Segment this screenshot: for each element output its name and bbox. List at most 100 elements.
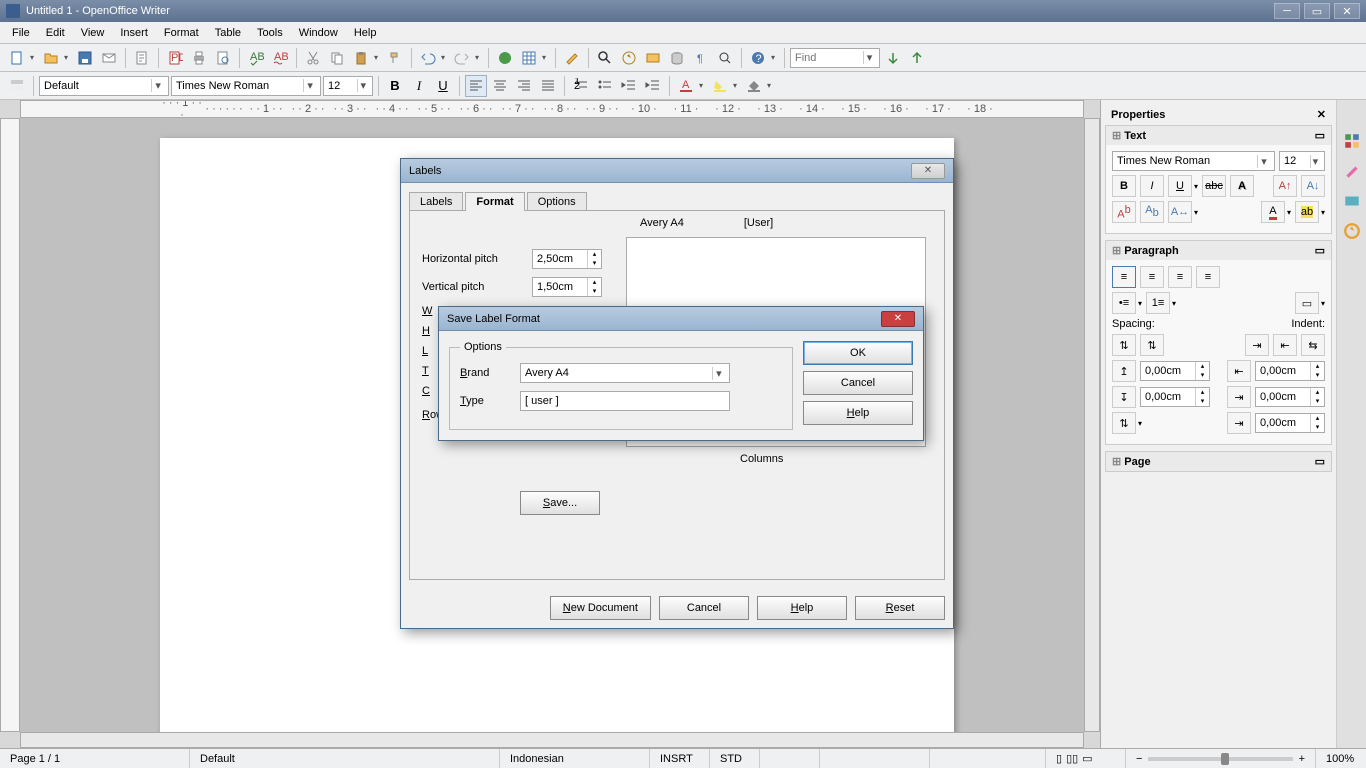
menu-table[interactable]: Table [207, 25, 249, 41]
horiz-pitch-input[interactable] [533, 250, 587, 268]
number-list-icon[interactable]: 1≡ [1146, 292, 1170, 314]
inc-indent-icon[interactable]: ⇥ [1245, 334, 1269, 356]
status-page[interactable]: Page 1 / 1 [0, 749, 190, 768]
maximize-button[interactable]: ▭ [1304, 3, 1330, 19]
font-name-input[interactable] [176, 80, 303, 92]
menu-tools[interactable]: Tools [249, 25, 291, 41]
vertical-scrollbar[interactable] [1084, 118, 1100, 732]
paragraph-style-input[interactable] [44, 80, 151, 92]
email-icon[interactable] [98, 47, 120, 69]
status-language[interactable]: Indonesian [500, 749, 650, 768]
book-icon[interactable]: ▭ [1082, 752, 1092, 765]
cancel-button[interactable]: Cancel [659, 596, 749, 620]
find-next-icon[interactable] [882, 47, 904, 69]
type-input[interactable] [525, 395, 725, 407]
find-dropdown-icon[interactable]: ▾ [863, 51, 875, 64]
above-spacing-icon[interactable]: ↥ [1112, 360, 1136, 382]
dec-spacing-icon[interactable]: ⇅ [1140, 334, 1164, 356]
horizontal-ruler[interactable]: · · · 1 · · · · · · · · · · · 1 · · · · … [20, 100, 1084, 118]
horizontal-scrollbar[interactable] [20, 732, 1084, 748]
inc-spacing-icon[interactable]: ⇅ [1112, 334, 1136, 356]
cut-icon[interactable] [302, 47, 324, 69]
zoom-icon[interactable] [714, 47, 736, 69]
italic-icon[interactable]: I [408, 75, 430, 97]
save-cancel-button[interactable]: Cancel [803, 371, 913, 395]
style-dropdown-icon[interactable]: ▾ [151, 79, 164, 92]
sidebar-size-input[interactable] [1284, 155, 1310, 167]
firstline-spin[interactable]: ▴▾ [1255, 413, 1325, 433]
menu-view[interactable]: View [73, 25, 113, 41]
navigator-icon[interactable] [618, 47, 640, 69]
subscript-icon[interactable]: Ab [1140, 201, 1164, 223]
show-draw-icon[interactable] [561, 47, 583, 69]
sidebar-size-combo[interactable]: ▾ [1279, 151, 1325, 171]
paragraph-style-combo[interactable]: ▾ [39, 76, 169, 96]
find-box[interactable]: ▾ [790, 48, 880, 68]
gallery-icon[interactable] [642, 47, 664, 69]
font-color-icon[interactable]: A [675, 75, 697, 97]
font-color-dropdown[interactable]: ▾ [699, 81, 707, 90]
font-dropdown-icon[interactable]: ▾ [303, 79, 316, 92]
zoom-in-icon[interactable]: + [1299, 753, 1305, 765]
below-spacing-input[interactable] [1141, 388, 1195, 406]
menu-insert[interactable]: Insert [112, 25, 156, 41]
align-justify-icon[interactable]: ≡ [1196, 266, 1220, 288]
table-dropdown[interactable]: ▾ [542, 53, 550, 62]
left-indent-spin[interactable]: ▴▾ [1255, 361, 1325, 381]
save-icon[interactable] [74, 47, 96, 69]
size-dropdown-icon[interactable]: ▾ [357, 79, 368, 92]
styles-icon[interactable] [6, 75, 28, 97]
menu-file[interactable]: File [4, 25, 38, 41]
redo-dropdown[interactable]: ▾ [475, 53, 483, 62]
properties-tab-icon[interactable] [1341, 130, 1363, 152]
zoom-slider[interactable]: − + [1126, 749, 1316, 768]
strikethrough-icon[interactable]: abc [1202, 175, 1226, 197]
paste-icon[interactable] [350, 47, 372, 69]
brand-dropdown-icon[interactable]: ▾ [712, 367, 725, 380]
find-prev-icon[interactable] [906, 47, 928, 69]
help-icon[interactable]: ? [747, 47, 769, 69]
autospell-icon[interactable]: ABC [269, 47, 291, 69]
increase-indent-icon[interactable] [642, 75, 664, 97]
bold-icon[interactable]: B [1112, 175, 1136, 197]
nonprinting-icon[interactable]: ¶ [690, 47, 712, 69]
italic-icon[interactable]: I [1140, 175, 1164, 197]
bullet-list-icon[interactable] [594, 75, 616, 97]
shadow-icon[interactable]: A [1230, 175, 1254, 197]
undo-dropdown[interactable]: ▾ [441, 53, 449, 62]
align-right-icon[interactable] [513, 75, 535, 97]
highlight-icon[interactable]: ab [1295, 201, 1319, 223]
firstline-input[interactable] [1256, 414, 1310, 432]
open-dropdown[interactable]: ▾ [64, 53, 72, 62]
font-name-combo[interactable]: ▾ [171, 76, 321, 96]
status-insert[interactable]: INSRT [650, 749, 710, 768]
right-indent-input[interactable] [1256, 388, 1310, 406]
font-size-input[interactable] [328, 80, 357, 92]
below-spacing-spin[interactable]: ▴▾ [1140, 387, 1210, 407]
undo-icon[interactable] [417, 47, 439, 69]
paste-dropdown[interactable]: ▾ [374, 53, 382, 62]
horiz-pitch-spin[interactable]: ▴▾ [532, 249, 602, 269]
menu-help[interactable]: Help [346, 25, 385, 41]
hanging-indent-icon[interactable]: ⇆ [1301, 334, 1325, 356]
bullet-list-icon[interactable]: •≡ [1112, 292, 1136, 314]
copy-icon[interactable] [326, 47, 348, 69]
status-style[interactable]: Default [190, 749, 500, 768]
new-document-button[interactable]: New Document [550, 596, 651, 620]
labels-close-button[interactable]: ✕ [911, 163, 945, 179]
shrink-font-icon[interactable]: A↓ [1301, 175, 1325, 197]
bg-color-icon[interactable] [743, 75, 765, 97]
spellcheck-icon[interactable]: ABC [245, 47, 267, 69]
bold-icon[interactable]: B [384, 75, 406, 97]
above-spacing-spin[interactable]: ▴▾ [1140, 361, 1210, 381]
single-page-icon[interactable]: ▯ [1056, 752, 1062, 765]
vert-pitch-spin[interactable]: ▴▾ [532, 277, 602, 297]
brand-input[interactable] [525, 367, 712, 379]
sidebar-close-icon[interactable]: ✕ [1317, 108, 1326, 121]
status-selection[interactable]: STD [710, 749, 760, 768]
menu-edit[interactable]: Edit [38, 25, 73, 41]
tab-format[interactable]: Format [465, 192, 524, 211]
save-button[interactable]: Save... [520, 491, 600, 515]
char-spacing-icon[interactable]: A↔ [1168, 201, 1192, 223]
table-icon[interactable] [518, 47, 540, 69]
